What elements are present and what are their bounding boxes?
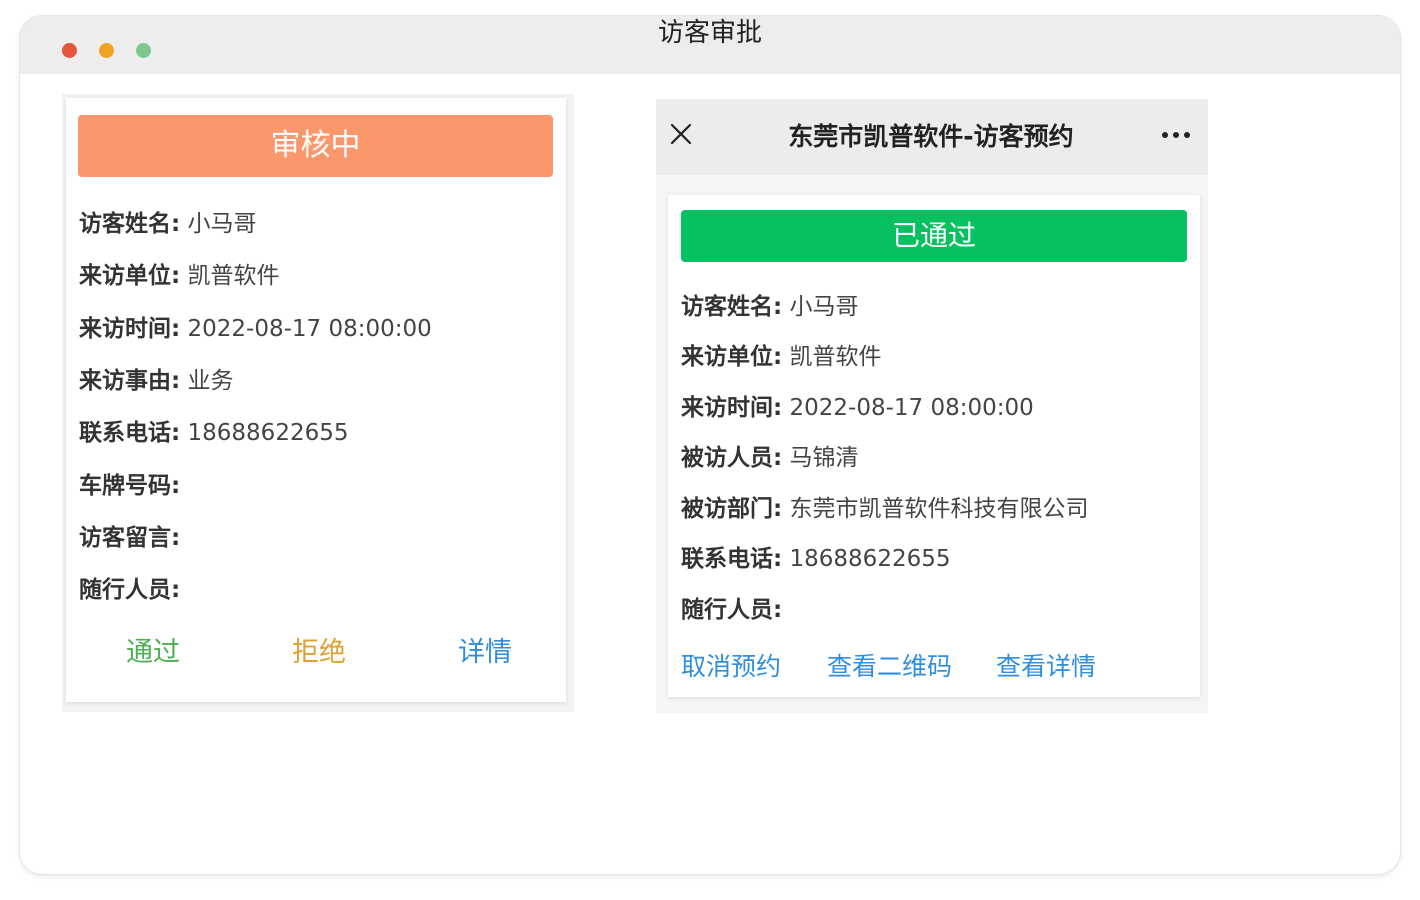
field-label: 来访单位: bbox=[681, 344, 783, 370]
field-value: 马锦清 bbox=[789, 445, 859, 471]
field-value: 凯普软件 bbox=[187, 263, 280, 289]
status-banner-pending: 审核中 bbox=[78, 115, 553, 177]
pending-visitor-panel: 审核中 访客姓名: 小马哥 来访单位: 凯普软件 来访时间: 2022-08-1… bbox=[62, 94, 574, 712]
field-host-department: 被访部门: 东莞市凯普软件科技有限公司 bbox=[681, 489, 1089, 523]
field-label: 访客姓名: bbox=[681, 294, 783, 320]
field-visitor-name: 访客姓名: 小马哥 bbox=[681, 287, 859, 321]
field-value: 小马哥 bbox=[789, 294, 859, 320]
appointment-phone-view: 东莞市凯普软件-访客预约 已通过 访客姓名: 小马哥 来访单位: 凯普软件 来访… bbox=[656, 99, 1208, 713]
field-label: 访客姓名: bbox=[79, 211, 181, 237]
field-value: 18688622655 bbox=[789, 546, 951, 572]
field-value: 小马哥 bbox=[187, 211, 257, 237]
approve-button[interactable]: 通过 bbox=[126, 630, 180, 669]
field-value: 凯普软件 bbox=[789, 344, 882, 370]
field-label: 被访人员: bbox=[681, 445, 783, 471]
view-details-button[interactable]: 查看详情 bbox=[996, 647, 1096, 683]
field-value: 东莞市凯普软件科技有限公司 bbox=[789, 496, 1089, 522]
field-visit-time: 来访时间: 2022-08-17 08:00:00 bbox=[79, 309, 432, 343]
reject-button[interactable]: 拒绝 bbox=[292, 630, 346, 669]
field-label: 来访事由: bbox=[79, 368, 181, 394]
approved-appointment-card: 已通过 访客姓名: 小马哥 来访单位: 凯普软件 来访时间: 2022-08-1… bbox=[668, 195, 1200, 697]
field-visitor-company: 来访单位: 凯普软件 bbox=[79, 256, 280, 290]
field-value: 2022-08-17 08:00:00 bbox=[789, 395, 1034, 421]
details-button[interactable]: 详情 bbox=[458, 630, 512, 669]
more-icon[interactable] bbox=[1161, 130, 1191, 140]
field-visitor-message: 访客留言: bbox=[79, 518, 180, 552]
field-companions: 随行人员: bbox=[681, 590, 782, 624]
pending-visitor-card: 审核中 访客姓名: 小马哥 来访单位: 凯普软件 来访时间: 2022-08-1… bbox=[66, 98, 566, 702]
field-value: 18688622655 bbox=[187, 420, 349, 446]
field-label: 被访部门: bbox=[681, 496, 783, 522]
field-plate-number: 车牌号码: bbox=[79, 466, 180, 500]
field-label: 联系电话: bbox=[79, 420, 181, 446]
field-label: 来访时间: bbox=[681, 395, 783, 421]
field-label: 车牌号码: bbox=[79, 473, 181, 499]
field-visit-reason: 来访事由: 业务 bbox=[79, 361, 234, 395]
window-title: 访客审批 bbox=[657, 18, 762, 48]
field-label: 来访单位: bbox=[79, 263, 181, 289]
cancel-appointment-button[interactable]: 取消预约 bbox=[681, 647, 781, 683]
field-label: 随行人员: bbox=[681, 597, 783, 623]
close-icon[interactable] bbox=[670, 123, 692, 145]
status-banner-approved: 已通过 bbox=[681, 210, 1187, 262]
mini-program-nav-bar: 东莞市凯普软件-访客预约 bbox=[656, 99, 1208, 175]
field-visit-time: 来访时间: 2022-08-17 08:00:00 bbox=[681, 388, 1034, 422]
nav-title: 东莞市凯普软件-访客预约 bbox=[788, 122, 1074, 151]
field-value: 业务 bbox=[187, 368, 234, 394]
field-value: 2022-08-17 08:00:00 bbox=[187, 316, 432, 342]
view-qr-code-button[interactable]: 查看二维码 bbox=[827, 647, 952, 683]
field-label: 来访时间: bbox=[79, 316, 181, 342]
field-visitor-name: 访客姓名: 小马哥 bbox=[79, 204, 257, 238]
field-label: 随行人员: bbox=[79, 577, 181, 603]
field-label: 访客留言: bbox=[79, 525, 181, 551]
field-visitor-company: 来访单位: 凯普软件 bbox=[681, 337, 882, 371]
field-phone: 联系电话: 18688622655 bbox=[79, 413, 348, 447]
field-companions: 随行人员: bbox=[79, 570, 180, 604]
field-phone: 联系电话: 18688622655 bbox=[681, 539, 950, 573]
field-host-person: 被访人员: 马锦清 bbox=[681, 438, 859, 472]
field-label: 联系电话: bbox=[681, 546, 783, 572]
